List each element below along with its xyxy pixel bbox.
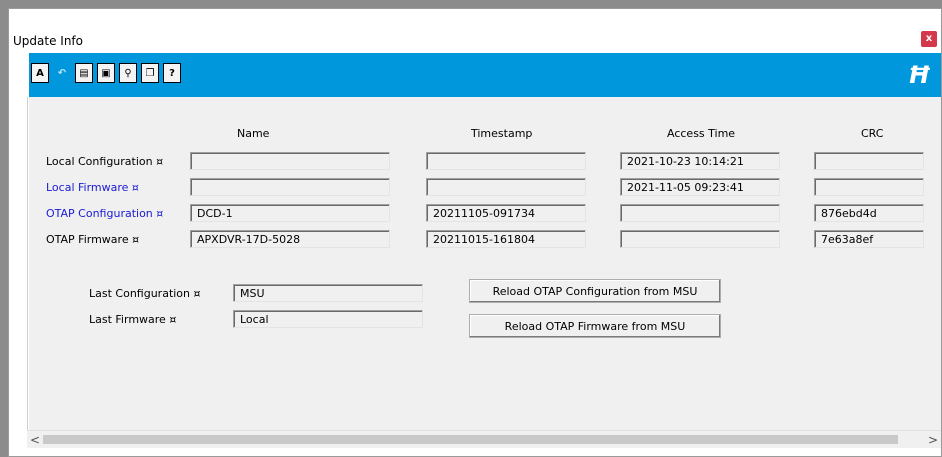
column-header-crc: CRC (861, 127, 884, 140)
window-icon[interactable]: ❐ (141, 63, 159, 83)
column-header-access-time: Access Time (667, 127, 736, 140)
row-label-local-firmware[interactable]: Local Firmware ¤ (46, 181, 139, 194)
find-icon[interactable]: ⚲ (119, 63, 137, 83)
local-firmware-name-field[interactable] (190, 178, 390, 196)
column-header-timestamp: Timestamp (471, 127, 533, 140)
reload-otap-firmware-button[interactable]: Reload OTAP Firmware from MSU (469, 314, 721, 338)
scroll-left-icon[interactable]: < (27, 431, 43, 449)
row-label-local-configuration: Local Configuration ¤ (46, 155, 164, 168)
otap-configuration-name-field[interactable]: DCD-1 (190, 204, 390, 222)
local-firmware-crc-field[interactable] (814, 178, 924, 196)
undo-icon[interactable]: ↶ (53, 63, 71, 83)
brand-logo-icon: Ħ (907, 61, 931, 89)
last-configuration-label: Last Configuration ¤ (89, 287, 201, 300)
window-title: Update Info (13, 34, 83, 48)
toolbar-bar: A ↶ ▤ ▣ ⚲ ❐ ? Ħ (29, 53, 941, 97)
otap-firmware-timestamp-field[interactable]: 20211015-161804 (426, 230, 586, 248)
left-divider (27, 97, 28, 431)
local-configuration-name-field[interactable] (190, 152, 390, 170)
local-configuration-access-time-field[interactable]: 2021-10-23 10:14:21 (620, 152, 780, 170)
local-firmware-timestamp-field[interactable] (426, 178, 586, 196)
row-label-otap-configuration[interactable]: OTAP Configuration ¤ (46, 207, 163, 220)
column-header-name: Name (237, 127, 270, 140)
toolbar: A ↶ ▤ ▣ ⚲ ❐ ? Ħ (9, 53, 941, 97)
horizontal-scrollbar[interactable]: < > (27, 430, 941, 448)
last-firmware-label: Last Firmware ¤ (89, 313, 177, 326)
reload-otap-configuration-button[interactable]: Reload OTAP Configuration from MSU (469, 279, 721, 303)
close-button[interactable]: x (921, 31, 937, 47)
spellcheck-icon[interactable]: A (31, 63, 49, 83)
local-firmware-access-time-field[interactable]: 2021-11-05 09:23:41 (620, 178, 780, 196)
scroll-right-icon[interactable]: > (925, 431, 941, 449)
otap-firmware-access-time-field[interactable] (620, 230, 780, 248)
otap-firmware-crc-field[interactable]: 7e63a8ef (814, 230, 924, 248)
paste-icon[interactable]: ▣ (97, 63, 115, 83)
local-configuration-timestamp-field[interactable] (426, 152, 586, 170)
title-bar: Update Info x (9, 9, 941, 53)
update-info-window: Update Info x A ↶ ▤ ▣ ⚲ ❐ ? Ħ Name Times… (8, 8, 942, 457)
copy-icon[interactable]: ▤ (75, 63, 93, 83)
content-panel (29, 97, 941, 431)
help-icon[interactable]: ? (163, 63, 181, 83)
otap-firmware-name-field[interactable]: APXDVR-17D-5028 (190, 230, 390, 248)
otap-configuration-access-time-field[interactable] (620, 204, 780, 222)
otap-configuration-crc-field[interactable]: 876ebd4d (814, 204, 924, 222)
local-configuration-crc-field[interactable] (814, 152, 924, 170)
row-label-otap-firmware: OTAP Firmware ¤ (46, 233, 140, 246)
otap-configuration-timestamp-field[interactable]: 20211105-091734 (426, 204, 586, 222)
last-configuration-field[interactable]: MSU (233, 284, 423, 302)
scrollbar-thumb[interactable] (43, 435, 898, 444)
last-firmware-field[interactable]: Local (233, 310, 423, 328)
